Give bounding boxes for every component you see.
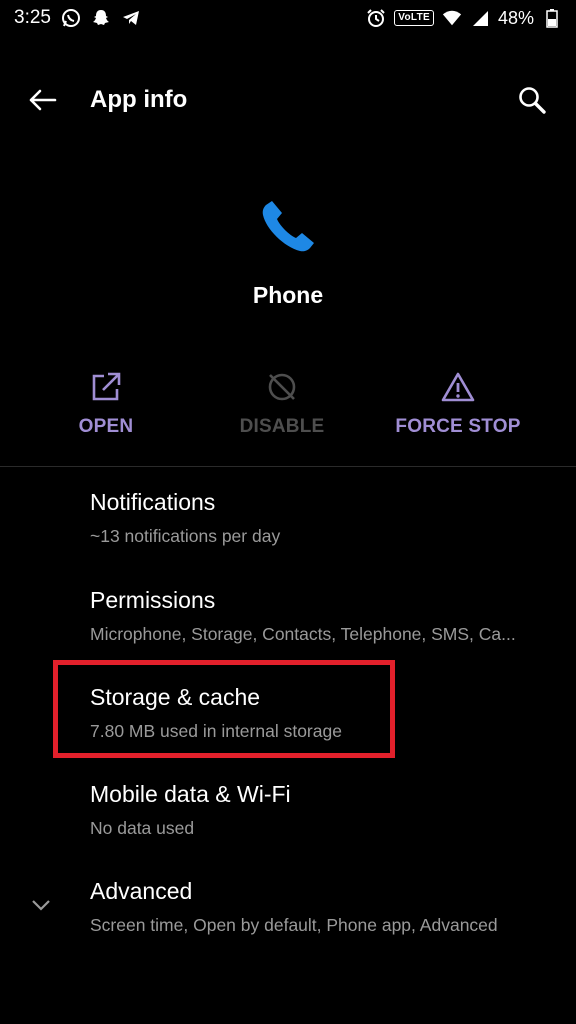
disable-label: DISABLE <box>239 416 325 437</box>
search-button[interactable] <box>512 80 552 120</box>
alarm-icon <box>366 8 386 28</box>
list-item-subtitle: Microphone, Storage, Contacts, Telephone… <box>90 624 516 644</box>
force-stop-button[interactable]: FORCE STOP <box>388 370 528 450</box>
battery-percent: 48% <box>497 7 534 28</box>
disable-button[interactable]: DISABLE <box>212 370 352 450</box>
open-external-icon <box>89 370 123 404</box>
divider <box>0 466 576 467</box>
notifications-item[interactable]: Notifications ~13 notifications per day <box>0 489 576 579</box>
list-item-title: Notifications <box>90 489 216 515</box>
force-stop-label: FORCE STOP <box>395 416 521 437</box>
app-name: Phone <box>252 282 324 308</box>
app-bar: App info <box>0 70 576 130</box>
back-button[interactable] <box>22 80 62 120</box>
app-actions: OPEN DISABLE FORCE STOP <box>0 370 576 450</box>
advanced-item[interactable]: Advanced Screen time, Open by default, P… <box>0 878 576 968</box>
list-item-subtitle: ~13 notifications per day <box>90 526 281 546</box>
open-label: OPEN <box>78 416 134 437</box>
list-item-subtitle: No data used <box>90 818 195 838</box>
list-item-title: Permissions <box>90 587 216 613</box>
mobile-data-wifi-item[interactable]: Mobile data & Wi-Fi No data used <box>0 781 576 871</box>
status-bar: 3:25 VoLTE 48% <box>0 0 576 36</box>
notification-icons <box>61 8 141 28</box>
battery-icon <box>542 8 562 28</box>
page-title: App info <box>90 86 188 113</box>
whatsapp-icon <box>61 8 81 28</box>
back-arrow-icon <box>29 89 57 111</box>
highlight-annotation <box>53 660 395 758</box>
chevron-down-icon <box>30 894 52 916</box>
phone-app-icon <box>256 195 320 259</box>
snapchat-icon <box>91 8 111 28</box>
list-item-subtitle: Screen time, Open by default, Phone app,… <box>90 915 498 935</box>
wifi-icon <box>442 8 462 28</box>
system-status-icons: VoLTE 48% <box>366 8 562 29</box>
telegram-icon <box>121 8 141 28</box>
disable-icon <box>265 370 299 404</box>
search-icon <box>519 87 546 114</box>
list-item-title: Advanced <box>90 878 193 904</box>
volte-badge: VoLTE <box>394 10 434 26</box>
list-item-title: Mobile data & Wi-Fi <box>90 781 291 807</box>
signal-icon <box>470 8 490 28</box>
status-time: 3:25 <box>14 7 51 28</box>
warning-icon <box>441 370 475 404</box>
open-button[interactable]: OPEN <box>36 370 176 450</box>
